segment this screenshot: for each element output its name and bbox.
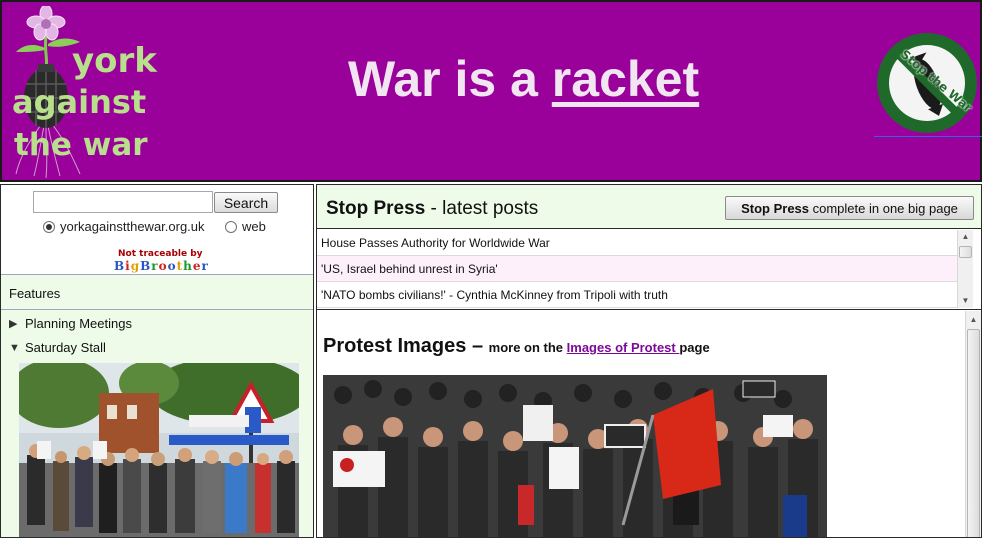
post-item[interactable]: 'US, Israel behind unrest in Syria' [317, 256, 957, 282]
triangle-down-icon: ▼ [9, 341, 20, 354]
scroll-up-icon[interactable]: ▲ [966, 313, 981, 327]
main-scrollbar[interactable]: ▲ [965, 311, 981, 537]
radio-site-selected-icon[interactable] [43, 220, 55, 233]
banner-racket-link[interactable]: racket [552, 51, 699, 107]
radio-site[interactable]: yorkagainstthewar.org.uk [43, 219, 205, 234]
protest-crowd-photo[interactable] [323, 375, 827, 537]
stop-press-title-bold: Stop Press [326, 198, 426, 219]
street-stall-image [19, 363, 299, 537]
images-of-protest-link[interactable]: Images of Protest [567, 340, 680, 355]
radio-web-icon[interactable] [225, 220, 237, 233]
stop-press-title-rest: - latest posts [425, 198, 539, 219]
posts-scrollbar-thumb[interactable] [959, 246, 972, 258]
logo-text-against: against [12, 83, 147, 121]
search-panel: Search yorkagainstthewar.org.uk web Not … [1, 185, 313, 275]
scroll-up-icon[interactable]: ▲ [958, 230, 973, 244]
search-button[interactable]: Search [214, 192, 278, 213]
sidebar-item-planning-meetings[interactable]: ▶ Planning Meetings [9, 316, 132, 331]
logo-text-the-war: the war [14, 127, 148, 163]
sidebar-item-saturday-stall[interactable]: ▼ Saturday Stall [9, 340, 106, 355]
triangle-right-icon: ▶ [9, 318, 18, 330]
protest-more-prefix: more on the [488, 340, 567, 355]
features-label: Features [9, 286, 61, 301]
radio-web-label: web [242, 219, 266, 234]
protest-crowd-image [323, 375, 827, 537]
protest-images-section: Protest Images – more on the Images of P… [317, 311, 981, 537]
sidebar-item-label: Planning Meetings [25, 316, 132, 331]
sidebar-item-label: Saturday Stall [25, 340, 106, 355]
search-input[interactable] [33, 191, 213, 213]
radio-site-label: yorkagainstthewar.org.uk [60, 219, 205, 234]
protest-images-title: Protest Images [323, 335, 467, 357]
post-item[interactable]: House Passes Authority for Worldwide War [317, 230, 957, 256]
bigbrother-logo[interactable]: BigBroother [114, 259, 209, 273]
york-against-the-war-logo[interactable]: york against the war [10, 6, 160, 178]
main-content: Stop Press - latest posts Stop Press com… [316, 184, 982, 538]
stop-press-header: Stop Press - latest posts Stop Press com… [317, 185, 981, 229]
posts-scrollbar[interactable]: ▲ ▼ [957, 230, 973, 308]
stop-the-war-badge[interactable]: Stop the War [876, 32, 978, 134]
banner-title-prefix: War is a [348, 51, 552, 107]
radio-web[interactable]: web [225, 219, 266, 234]
post-item[interactable]: 'NATO bombs civilians!' - Cynthia McKinn… [317, 282, 957, 308]
main-scrollbar-thumb[interactable] [967, 329, 980, 537]
saturday-stall-photo[interactable] [19, 363, 299, 537]
latest-posts-list: House Passes Authority for Worldwide War… [317, 230, 981, 310]
stop-press-complete-button[interactable]: Stop Press complete in one big page [725, 196, 974, 220]
stop-press-title: Stop Press - latest posts [326, 198, 538, 220]
logo-text-york: york [72, 41, 157, 81]
stop-press-button-bold: Stop Press [741, 200, 810, 216]
site-header: york against the war War is a racket Sto… [0, 0, 982, 182]
page: york against the war War is a racket Sto… [0, 0, 982, 538]
not-traceable-text: Not traceable by [118, 249, 203, 259]
badge-link-underline [874, 136, 982, 137]
features-header: Features [1, 276, 313, 310]
stop-press-button-rest: complete in one big page [809, 200, 958, 216]
left-sidebar: Search yorkagainstthewar.org.uk web Not … [0, 184, 314, 538]
protest-images-heading: Protest Images – more on the Images of P… [323, 335, 710, 358]
protest-dash: – [466, 335, 489, 357]
protest-more-suffix: page [679, 340, 710, 355]
scroll-down-icon[interactable]: ▼ [958, 294, 973, 308]
banner-title: War is a racket [348, 50, 699, 108]
